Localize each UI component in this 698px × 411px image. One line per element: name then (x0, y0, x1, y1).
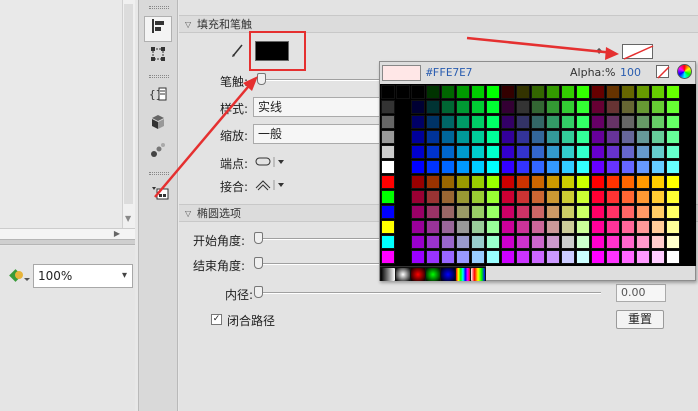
annotation-arrows (154, 36, 619, 198)
